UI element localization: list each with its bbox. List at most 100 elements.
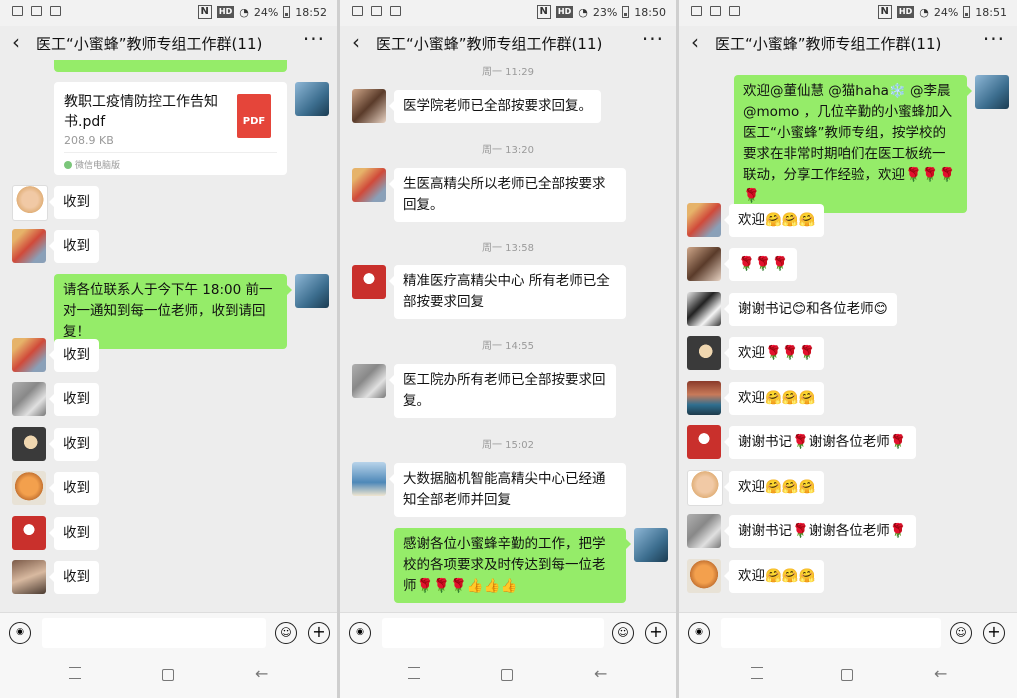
message-bubble[interactable]: 谢谢书记😊和各位老师😊 bbox=[724, 293, 897, 326]
avatar[interactable] bbox=[12, 382, 46, 416]
back-icon[interactable]: ‹ bbox=[12, 30, 20, 54]
avatar[interactable] bbox=[352, 265, 386, 299]
message-input[interactable] bbox=[382, 618, 604, 648]
voice-icon[interactable]: ◉ bbox=[9, 622, 31, 644]
plus-icon[interactable]: + bbox=[983, 622, 1005, 644]
message-input[interactable] bbox=[42, 618, 266, 648]
avatar[interactable] bbox=[12, 427, 46, 461]
back-icon[interactable]: ‹ bbox=[691, 30, 699, 54]
plus-icon[interactable]: + bbox=[645, 622, 667, 644]
emoji-icon[interactable]: ☺ bbox=[950, 622, 972, 644]
message-bubble[interactable]: 收到 bbox=[49, 186, 99, 219]
message-list[interactable]: 欢迎@董仙慧 @猫haha❄️ @李晨 @momo ，几位辛勤的小蜜蜂加入医工“… bbox=[679, 60, 1017, 612]
more-icon[interactable]: ··· bbox=[303, 29, 325, 49]
home-icon[interactable] bbox=[162, 669, 174, 681]
avatar[interactable] bbox=[687, 247, 721, 281]
chat-title: 医工“小蜜蜂”教师专组工作群(11) bbox=[36, 35, 263, 53]
battery-text: 23% bbox=[592, 5, 618, 19]
input-bar: ◉ ☺ + bbox=[0, 612, 337, 655]
message-bubble[interactable]: 收到 bbox=[49, 230, 99, 263]
back-nav-icon[interactable]: ← bbox=[255, 664, 268, 683]
avatar[interactable] bbox=[687, 514, 721, 548]
file-message[interactable]: 教职工疫情防控工作告知书.pdf 208.9 KB 微信电脑版 PDF bbox=[54, 82, 287, 175]
message-bubble[interactable]: 生医高精尖所以老师已全部按要求回复。 bbox=[389, 168, 626, 222]
voice-icon[interactable]: ◉ bbox=[688, 622, 710, 644]
message-list[interactable]: 教职工疫情防控工作告知书.pdf 208.9 KB 微信电脑版 PDF 收到 收… bbox=[0, 60, 337, 612]
avatar[interactable] bbox=[12, 516, 46, 550]
edit-icon bbox=[729, 6, 740, 16]
timestamp: 周一 15:02 bbox=[482, 440, 534, 451]
back-icon[interactable]: ‹ bbox=[352, 30, 360, 54]
avatar[interactable] bbox=[687, 336, 721, 370]
battery-icon bbox=[963, 6, 971, 18]
message-bubble[interactable]: 欢迎🤗🤗🤗 bbox=[723, 471, 825, 504]
avatar[interactable] bbox=[352, 168, 386, 202]
emoji-icon[interactable]: ☺ bbox=[612, 622, 634, 644]
plus-icon[interactable]: + bbox=[308, 622, 330, 644]
message-bubble[interactable]: 谢谢书记🌹谢谢各位老师🌹 bbox=[724, 426, 916, 459]
message-bubble[interactable]: 欢迎🤗🤗🤗 bbox=[723, 382, 825, 415]
mail-icon bbox=[710, 6, 721, 16]
chat-title: 医工“小蜜蜂”教师专组工作群(11) bbox=[376, 35, 603, 53]
message-bubble[interactable]: 谢谢书记🌹谢谢各位老师🌹 bbox=[724, 515, 916, 548]
back-nav-icon[interactable]: ← bbox=[594, 664, 607, 683]
avatar[interactable] bbox=[12, 185, 48, 221]
recent-apps-icon[interactable] bbox=[69, 667, 81, 679]
avatar[interactable] bbox=[975, 75, 1009, 109]
chat-header: ‹ 医工“小蜜蜂”教师专组工作群(11) ··· bbox=[0, 26, 337, 60]
message-bubble[interactable]: 请各位联系人于今下午 18:00 前一对一通知到每一位老师，收到请回复！ bbox=[54, 274, 292, 349]
message-bubble[interactable]: 大数据脑机智能高精尖中心已经通知全部老师并回复 bbox=[389, 463, 626, 517]
more-icon[interactable]: ··· bbox=[642, 29, 664, 49]
nfc-icon: N bbox=[536, 5, 551, 19]
avatar[interactable] bbox=[12, 471, 46, 505]
message-bubble[interactable]: 收到 bbox=[49, 472, 99, 505]
avatar[interactable] bbox=[352, 364, 386, 398]
chat-title: 医工“小蜜蜂”教师专组工作群(11) bbox=[715, 35, 942, 53]
message-bubble[interactable]: 医学院老师已全部按要求回复。 bbox=[389, 90, 601, 123]
wifi-icon: ◔ bbox=[239, 5, 249, 19]
message-bubble[interactable]: 收到 bbox=[49, 517, 99, 550]
message-bubble[interactable]: 感谢各位小蜜蜂辛勤的工作，把学校的各项要求及时传达到每一位老师🌹🌹🌹👍👍👍 bbox=[394, 528, 631, 603]
message-bubble[interactable]: 收到 bbox=[49, 561, 99, 594]
gallery-icon bbox=[691, 6, 702, 16]
message-bubble[interactable]: 收到 bbox=[49, 339, 99, 372]
avatar[interactable] bbox=[12, 338, 46, 372]
message-bubble[interactable]: 欢迎@董仙慧 @猫haha❄️ @李晨 @momo ，几位辛勤的小蜜蜂加入医工“… bbox=[734, 75, 972, 213]
message-bubble[interactable]: 欢迎🤗🤗🤗 bbox=[723, 560, 825, 593]
message-bubble[interactable]: 收到 bbox=[49, 383, 99, 416]
battery-icon bbox=[283, 6, 291, 18]
avatar[interactable] bbox=[295, 82, 329, 116]
emoji-icon[interactable]: ☺ bbox=[275, 622, 297, 644]
avatar[interactable] bbox=[687, 559, 721, 593]
message-bubble[interactable]: 🌹🌹🌹 bbox=[723, 248, 798, 281]
avatar[interactable] bbox=[687, 203, 721, 237]
message-bubble[interactable]: 精准医疗高精尖中心 所有老师已全部按要求回复 bbox=[389, 265, 626, 319]
avatar[interactable] bbox=[687, 381, 721, 415]
avatar[interactable] bbox=[634, 528, 668, 562]
home-icon[interactable] bbox=[841, 669, 853, 681]
chat-header: ‹ 医工“小蜜蜂”教师专组工作群(11) ··· bbox=[679, 26, 1017, 60]
avatar[interactable] bbox=[352, 462, 386, 496]
avatar[interactable] bbox=[12, 229, 46, 263]
wechat-icon bbox=[64, 161, 72, 169]
message-bubble[interactable]: 欢迎🤗🤗🤗 bbox=[723, 204, 825, 237]
message-input[interactable] bbox=[721, 618, 941, 648]
avatar[interactable] bbox=[687, 470, 723, 506]
file-source: 微信电脑版 bbox=[64, 158, 120, 171]
avatar[interactable] bbox=[12, 560, 46, 594]
avatar[interactable] bbox=[687, 425, 721, 459]
avatar[interactable] bbox=[352, 89, 386, 123]
more-icon[interactable]: ··· bbox=[983, 29, 1005, 49]
home-icon[interactable] bbox=[501, 669, 513, 681]
message-bubble[interactable]: 欢迎🌹🌹🌹 bbox=[723, 337, 825, 370]
message-list[interactable]: 周一 11:29 医学院老师已全部按要求回复。 周一 13:20 生医高精尖所以… bbox=[340, 60, 676, 612]
message-bubble[interactable]: 医工院办所有老师已全部按要求回复。 bbox=[389, 364, 616, 418]
message-bubble[interactable]: 收到 bbox=[49, 428, 99, 461]
back-nav-icon[interactable]: ← bbox=[934, 664, 947, 683]
hd-icon: HD bbox=[896, 6, 915, 18]
voice-icon[interactable]: ◉ bbox=[349, 622, 371, 644]
avatar[interactable] bbox=[687, 292, 721, 326]
recent-apps-icon[interactable] bbox=[408, 667, 420, 679]
recent-apps-icon[interactable] bbox=[751, 667, 763, 679]
avatar[interactable] bbox=[295, 274, 329, 308]
